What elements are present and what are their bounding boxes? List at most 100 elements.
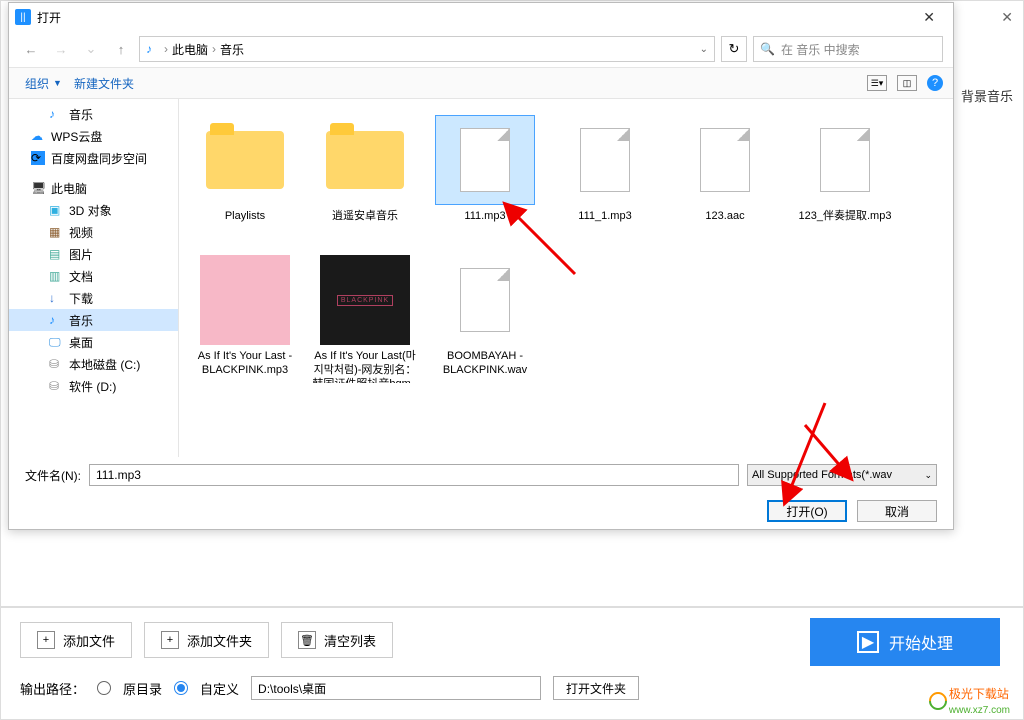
sidebar-item-label: 3D 对象 — [69, 202, 112, 219]
chevron-right-icon: › — [164, 42, 168, 56]
sidebar-item-label: 音乐 — [69, 106, 93, 123]
clear-list-button[interactable]: 🗑清空列表 — [281, 622, 393, 658]
radio-original-label: 原目录 — [123, 679, 162, 698]
chevron-down-icon[interactable]: ⌄ — [700, 44, 708, 55]
folder-icon — [326, 131, 404, 189]
file-label: As If It's Your Last(마지막처럼)-网友别名：韩国证件照抖音… — [311, 349, 419, 383]
toolbar: 组织▼ 新建文件夹 ☰▾ ◫ ? — [9, 67, 953, 99]
filename-row: 文件名(N): All Supported Formats(*.wav ⌄ — [9, 457, 953, 493]
recent-chevron-icon[interactable]: ⌄ — [79, 37, 103, 61]
new-folder-button[interactable]: 新建文件夹 — [68, 73, 140, 94]
file-label: 111_1.mp3 — [578, 209, 631, 223]
file-item[interactable]: 111.mp3 — [425, 109, 545, 249]
sidebar-item[interactable]: ⛁本地磁盘 (C:) — [9, 353, 178, 375]
start-process-button[interactable]: ▶ 开始处理 — [810, 618, 1000, 666]
sidebar-item-label: 图片 — [69, 246, 93, 263]
trash-icon: 🗑 — [298, 631, 316, 649]
cancel-button[interactable]: 取消 — [857, 500, 937, 522]
sidebar-item-label: 音乐 — [69, 312, 93, 329]
sidebar-item[interactable]: ♪音乐 — [9, 103, 178, 125]
add-folder-button[interactable]: +添加文件夹 — [144, 622, 269, 658]
file-icon — [820, 128, 870, 192]
cube-icon: ▣ — [49, 203, 63, 217]
preview-pane-button[interactable]: ◫ — [897, 75, 917, 91]
up-button[interactable]: ↑ — [109, 37, 133, 61]
forward-button: → — [49, 37, 73, 61]
search-input[interactable]: 🔍 在 音乐 中搜索 — [753, 36, 943, 62]
music-folder-icon: ♪ — [146, 42, 160, 56]
watermark: 极光下载站www.xz7.com — [929, 685, 1010, 716]
file-plus-icon: + — [37, 631, 55, 649]
sidebar-item[interactable]: ☁WPS云盘 — [9, 125, 178, 147]
sidebar-item-label: 百度网盘同步空间 — [51, 150, 147, 167]
filename-label: 文件名(N): — [25, 467, 81, 484]
file-item[interactable]: BOOMBAYAH - BLACKPINK.wav — [425, 249, 545, 389]
file-item[interactable]: Playlists — [185, 109, 305, 249]
add-file-button[interactable]: +添加文件 — [20, 622, 132, 658]
sidebar-item[interactable]: ▦视频 — [9, 221, 178, 243]
dialog-title: 打开 — [37, 9, 61, 26]
background-close-icon[interactable]: ✕ — [1001, 9, 1013, 26]
sidebar-item-label: 桌面 — [69, 334, 93, 351]
sidebar-item[interactable]: ▣ 3D 对象 — [9, 199, 178, 221]
sidebar-item[interactable]: ♪ 音乐 — [9, 309, 178, 331]
back-button[interactable]: ← — [19, 37, 43, 61]
folder-icon — [206, 131, 284, 189]
radio-original-dir[interactable] — [97, 681, 111, 695]
help-icon[interactable]: ? — [927, 75, 943, 91]
file-item[interactable]: 123_伴奏提取.mp3 — [785, 109, 905, 249]
file-list[interactable]: Playlists 逍遥安卓音乐 111.mp3 111_1.mp3 123.aac 12… — [179, 99, 953, 457]
filename-input[interactable] — [89, 464, 739, 486]
refresh-button[interactable]: ↻ — [721, 36, 747, 62]
album-art-icon: BLACKPINK — [320, 255, 410, 345]
view-mode-button[interactable]: ☰▾ — [867, 75, 887, 91]
file-label: 123_伴奏提取.mp3 — [799, 209, 892, 223]
filter-text: All Supported Formats(*.wav — [752, 469, 892, 481]
output-path-label: 输出路径： — [20, 679, 85, 698]
pic-icon: ▤ — [49, 247, 63, 261]
desk-icon: 🖵 — [49, 335, 63, 349]
sidebar-item[interactable]: ⟳ 百度网盘同步空间 — [9, 147, 178, 169]
sidebar-item[interactable]: 🖥此电脑 — [9, 177, 178, 199]
search-placeholder: 在 音乐 中搜索 — [781, 41, 860, 58]
output-path-input[interactable] — [251, 676, 541, 700]
sync-icon: ⟳ — [31, 151, 45, 165]
background-label: 背景音乐 — [961, 86, 1013, 105]
file-icon — [580, 128, 630, 192]
file-type-filter[interactable]: All Supported Formats(*.wav ⌄ — [747, 464, 937, 486]
file-open-dialog: || 打开 ✕ ← → ⌄ ↑ ♪ › 此电脑 › 音乐 ⌄ ↻ 🔍 在 音乐 … — [8, 2, 954, 530]
sidebar-item[interactable]: ↓下载 — [9, 287, 178, 309]
breadcrumb-bar[interactable]: ♪ › 此电脑 › 音乐 ⌄ — [139, 36, 715, 62]
sidebar-item[interactable]: ▤ 图片 — [9, 243, 178, 265]
sidebar-tree: ♪音乐☁WPS云盘⟳百度网盘同步空间🖥此电脑▣3D 对象▦视频▤图片▥文档↓下载… — [9, 99, 179, 457]
organize-menu[interactable]: 组织▼ — [19, 73, 68, 94]
file-label: BOOMBAYAH - BLACKPINK.wav — [431, 349, 539, 377]
file-label: Playlists — [225, 209, 265, 223]
file-item[interactable]: 逍遥安卓音乐 — [305, 109, 425, 249]
breadcrumb-item[interactable]: 此电脑 — [172, 41, 208, 58]
note-icon: ♪ — [49, 313, 63, 327]
file-label: 逍遥安卓音乐 — [332, 209, 398, 223]
chevron-down-icon: ⌄ — [924, 470, 932, 481]
sidebar-item[interactable]: ▥文档 — [9, 265, 178, 287]
sidebar-item[interactable]: ⛁软件 (D:) — [9, 375, 178, 397]
pc-icon: 🖥 — [31, 181, 45, 195]
file-icon — [700, 128, 750, 192]
sidebar-item[interactable]: 🖵 桌面 — [9, 331, 178, 353]
cloud-icon: ☁ — [31, 129, 45, 143]
sidebar-item-label: 软件 (D:) — [69, 378, 116, 395]
open-button[interactable]: 打开(O) — [767, 500, 847, 522]
open-folder-button[interactable]: 打开文件夹 — [553, 676, 639, 700]
radio-custom-dir[interactable] — [174, 681, 188, 695]
file-icon — [460, 268, 510, 332]
close-icon[interactable]: ✕ — [911, 9, 947, 26]
doc-icon: ▥ — [49, 269, 63, 283]
breadcrumb-item[interactable]: 音乐 — [220, 41, 244, 58]
file-item[interactable]: 123.aac — [665, 109, 785, 249]
watermark-logo-icon — [925, 688, 950, 713]
file-item[interactable]: 111_1.mp3 — [545, 109, 665, 249]
disk-icon: ⛁ — [49, 357, 63, 371]
dialog-titlebar: || 打开 ✕ — [9, 3, 953, 31]
file-item[interactable]: BLACKPINK As If It's Your Last(마지막처럼)-网友别… — [305, 249, 425, 389]
file-item[interactable]: As If It's Your Last - BLACKPINK.mp3 — [185, 249, 305, 389]
